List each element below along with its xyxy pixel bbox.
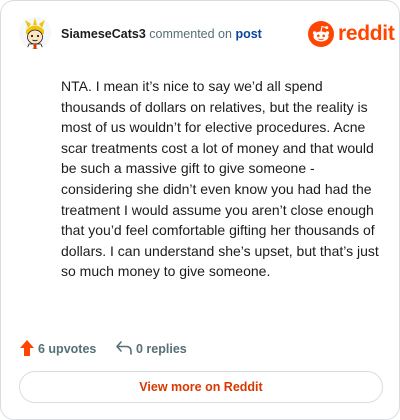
view-more-on-reddit-button[interactable]: View more on Reddit xyxy=(19,371,383,403)
comment-body: NTA. I mean it’s nice to say we’d all sp… xyxy=(61,78,379,280)
reddit-snoo-icon xyxy=(308,21,334,47)
upvote-button[interactable]: 6 upvotes xyxy=(19,339,99,359)
comment-embed-card: SiameseCats3 commented on post reddit NT… xyxy=(0,0,400,420)
user-avatar[interactable] xyxy=(19,17,51,49)
reply-count: 0 replies xyxy=(136,342,187,356)
post-link[interactable]: post xyxy=(235,27,261,41)
avatar-cartoon-icon xyxy=(19,17,51,49)
commented-on-text: commented on xyxy=(149,27,232,41)
upvote-arrow-icon xyxy=(20,340,34,356)
replies-button[interactable]: 0 replies xyxy=(115,339,195,359)
reddit-logo[interactable]: reddit xyxy=(308,21,395,49)
upvote-count: 6 upvotes xyxy=(38,342,97,356)
comment-header: SiameseCats3 commented on post reddit xyxy=(19,17,395,51)
username-link[interactable]: SiameseCats3 xyxy=(61,27,146,41)
reply-arrow-icon xyxy=(116,341,132,355)
comment-byline: SiameseCats3 commented on post xyxy=(61,27,262,41)
reddit-wordmark: reddit xyxy=(338,22,395,45)
